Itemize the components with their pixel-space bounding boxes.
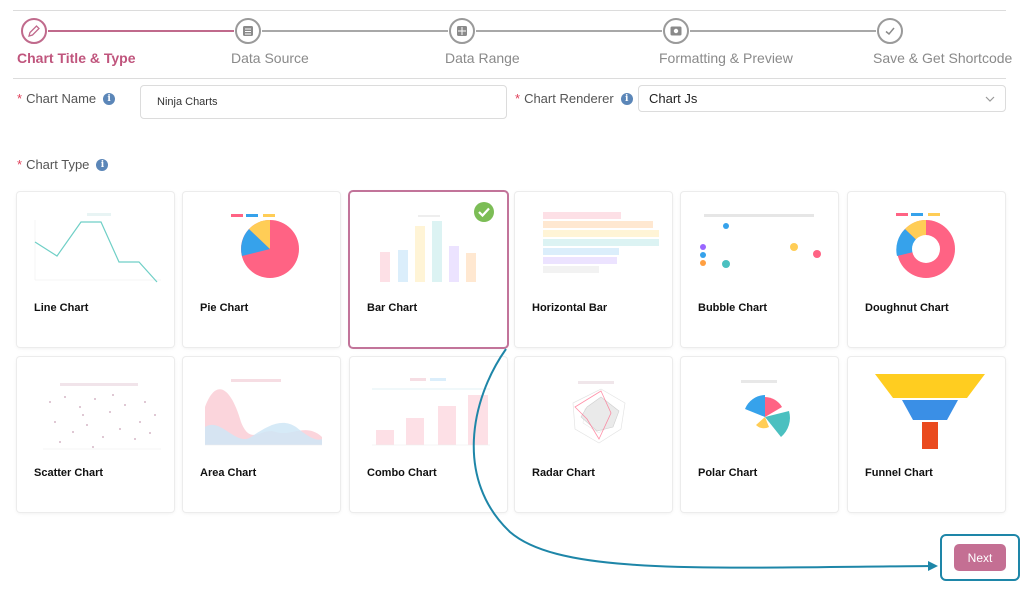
chart-type-label-text: Chart Type — [26, 157, 90, 172]
chart-card-doughnut[interactable]: Doughnut Chart — [848, 192, 1005, 347]
header-divider — [13, 78, 1006, 79]
step-connector-3 — [476, 30, 662, 32]
step-connector-4 — [690, 30, 876, 32]
chart-card-label: Combo Chart — [367, 467, 437, 479]
area-chart-thumbnail — [205, 379, 322, 446]
chart-renderer-label: * Chart Renderer i — [515, 91, 633, 106]
info-icon[interactable]: i — [103, 92, 116, 105]
radar-chart-thumbnail — [572, 381, 626, 444]
chart-card-label: Line Chart — [34, 302, 89, 314]
chart-card-line[interactable]: Line Chart — [17, 192, 174, 347]
chart-card-scatter[interactable]: Scatter Chart — [17, 357, 174, 512]
chart-card-area[interactable]: Area Chart — [183, 357, 340, 512]
step-4-formatting-preview[interactable] — [663, 18, 689, 44]
pie-chart-thumbnail — [231, 214, 299, 278]
bubble-chart-thumbnail — [700, 214, 821, 268]
chart-card-label: Radar Chart — [532, 467, 595, 479]
step-3-data-range[interactable] — [449, 18, 475, 44]
wizard-stepper: Chart Title & Type Data Source Data Rang… — [0, 17, 1024, 69]
chart-card-horizontal-bar[interactable]: Horizontal Bar — [515, 192, 672, 347]
chart-card-bubble[interactable]: Bubble Chart — [681, 192, 838, 347]
required-marker: * — [17, 157, 23, 172]
scatter-chart-thumbnail — [43, 383, 161, 450]
selected-check-icon — [474, 202, 494, 222]
step-4-label: Formatting & Preview — [659, 50, 793, 66]
chart-card-label: Bar Chart — [367, 302, 418, 314]
chart-card-bar[interactable]: Bar Chart — [350, 192, 507, 347]
chart-card-radar[interactable]: Radar Chart — [515, 357, 672, 512]
chart-type-label: * Chart Type i — [17, 157, 109, 172]
step-2-data-source[interactable] — [235, 18, 261, 44]
chart-card-label: Horizontal Bar — [532, 302, 608, 314]
step-connector-1 — [48, 30, 234, 32]
polar-chart-thumbnail — [741, 380, 790, 437]
top-divider — [13, 10, 1006, 11]
info-icon[interactable]: i — [620, 92, 633, 105]
chart-card-pie[interactable]: Pie Chart — [183, 192, 340, 347]
combo-chart-thumbnail — [372, 378, 490, 446]
step-1-chart-title-type[interactable] — [21, 18, 47, 44]
chart-card-polar[interactable]: Polar Chart — [681, 357, 838, 512]
range-icon — [457, 26, 467, 36]
doughnut-chart-thumbnail — [896, 213, 955, 278]
step-3-label: Data Range — [445, 50, 520, 66]
chevron-down-icon — [985, 96, 995, 102]
chart-renderer-value: Chart Js — [649, 91, 698, 106]
chart-card-label: Funnel Chart — [865, 467, 933, 479]
database-icon — [243, 26, 253, 36]
chart-renderer-label-text: Chart Renderer — [524, 91, 614, 106]
chart-renderer-select[interactable]: Chart Js — [638, 85, 1006, 112]
next-button[interactable]: Next — [954, 544, 1006, 571]
preview-icon — [670, 26, 682, 36]
step-5-label: Save & Get Shortcode — [873, 50, 1013, 66]
chart-name-input[interactable]: Ninja Charts — [140, 85, 507, 119]
chart-card-label: Bubble Chart — [698, 302, 768, 314]
checkmark-icon — [885, 27, 895, 36]
chart-card-funnel[interactable]: Funnel Chart — [848, 357, 1005, 512]
chart-card-label: Polar Chart — [698, 467, 758, 479]
step-5-save-shortcode[interactable] — [877, 18, 903, 44]
chart-card-label: Area Chart — [200, 467, 257, 479]
required-marker: * — [515, 91, 521, 106]
chart-card-label: Doughnut Chart — [865, 302, 949, 314]
step-connector-2 — [262, 30, 448, 32]
chart-card-label: Scatter Chart — [34, 467, 104, 479]
line-chart-thumbnail — [34, 213, 161, 283]
chart-card-combo[interactable]: Combo Chart — [350, 357, 507, 512]
info-icon[interactable]: i — [96, 158, 109, 171]
step-2-label: Data Source — [231, 50, 309, 66]
required-marker: * — [17, 91, 23, 106]
funnel-chart-thumbnail — [875, 374, 985, 449]
chart-name-label: * Chart Name i — [17, 91, 116, 106]
horizontal-bar-thumbnail — [543, 212, 659, 273]
pencil-icon — [28, 25, 40, 37]
step-1-label: Chart Title & Type — [17, 50, 136, 66]
chart-name-label-text: Chart Name — [26, 91, 97, 106]
chart-card-label: Pie Chart — [200, 302, 249, 314]
